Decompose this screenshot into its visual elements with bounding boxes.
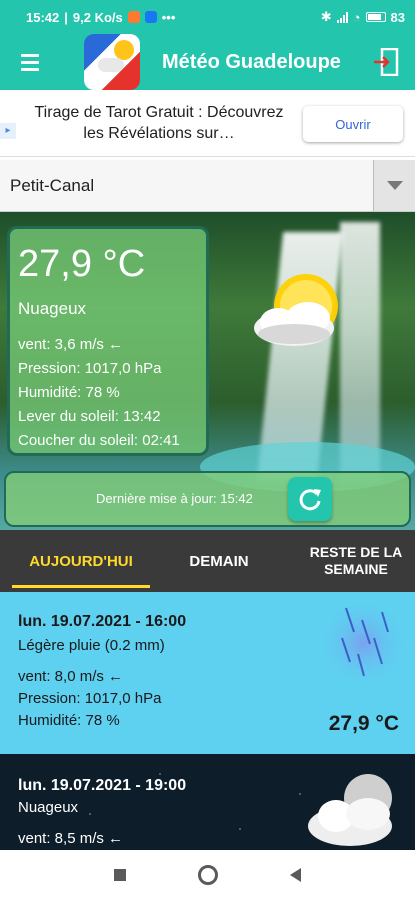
back-icon[interactable] [290, 868, 301, 882]
forecast-wind: vent: 8,0 m/s ← [18, 668, 124, 685]
forecast-condition: Nuageux [18, 799, 79, 816]
location-value: Petit-Canal [10, 176, 95, 195]
forecast-condition: Légère pluie (0.2 mm) [18, 637, 165, 654]
bluetooth-icon: ✱ [320, 9, 332, 24]
ad-banner[interactable]: ▸ Tirage de Tarot Gratuit : Découvrez le… [0, 90, 415, 157]
network-speed: 9,2 Ko/s [72, 9, 123, 25]
tab-today[interactable]: AUJOURD'HUI [12, 530, 150, 592]
battery-level: 83 [390, 9, 405, 25]
forecast-temperature: 27,9 °C [328, 712, 399, 735]
more-notifications-icon: ••• [161, 9, 176, 25]
tab-rest-of-week[interactable]: RESTE DE LA SEMAINE [300, 530, 412, 592]
forecast-pressure: Pression: 1017,0 hPa [18, 690, 162, 707]
refresh-icon [299, 489, 321, 511]
signal-icon [336, 11, 348, 23]
current-wind: vent: 3,6 m/s ← [18, 336, 124, 353]
app-bar: Météo Guadeloupe [0, 34, 415, 90]
home-icon[interactable] [198, 865, 218, 885]
tab-tomorrow[interactable]: DEMAIN [150, 530, 288, 592]
forecast-tabs: AUJOURD'HUI DEMAIN RESTE DE LA SEMAINE [0, 530, 415, 592]
partly-cloudy-icon [254, 274, 338, 346]
rain-icon [319, 599, 407, 687]
ad-info-icon[interactable]: ▸ [0, 123, 16, 139]
current-condition: Nuageux [18, 299, 87, 318]
status-right: ✱ ◔ 83 [321, 9, 405, 25]
status-time: 15:42 [26, 9, 60, 25]
current-humidity: Humidité: 78 % [18, 384, 120, 401]
ad-text: Tirage de Tarot Gratuit : Découvrez les … [34, 104, 284, 142]
forecast-card[interactable]: lun. 19.07.2021 - 19:00 Nuageux vent: 8,… [0, 754, 415, 850]
system-nav-bar [0, 850, 415, 900]
refresh-button[interactable] [288, 477, 332, 521]
facebook-icon [144, 11, 157, 23]
status-bar: 15:42 | 9,2 Ko/s ••• ✱ ◔ 83 [0, 0, 415, 34]
current-sunrise: Lever du soleil: 13:42 [18, 408, 161, 425]
battery-icon [365, 12, 386, 22]
app-title: Météo Guadeloupe [162, 50, 341, 73]
forecast-datetime: lun. 19.07.2021 - 16:00 [18, 613, 187, 630]
current-temperature: 27,9 °C [18, 243, 146, 285]
last-update-text: Dernière mise à jour: 15:42 [96, 491, 253, 506]
status-separator: | [64, 9, 68, 25]
forecast-datetime: lun. 19.07.2021 - 19:00 [18, 777, 187, 794]
recent-apps-icon[interactable] [114, 869, 126, 881]
forecast-wind: vent: 8,5 m/s ← [18, 830, 124, 847]
app-logo [84, 34, 140, 90]
current-sunset: Coucher du soleil: 02:41 [18, 432, 180, 449]
last-update-bar: Dernière mise à jour: 15:42 [4, 471, 411, 527]
current-pressure: Pression: 1017,0 hPa [18, 360, 162, 377]
dropdown-arrow-icon[interactable] [373, 160, 415, 211]
status-left: 15:42 | 9,2 Ko/s ••• [26, 10, 175, 25]
forecast-humidity: Humidité: 78 % [18, 712, 120, 729]
cloudy-night-icon [308, 774, 392, 846]
notification-app-icon [127, 11, 140, 23]
location-select[interactable]: Petit-Canal [0, 160, 415, 212]
wifi-icon: ◔ [352, 9, 361, 25]
active-tab-indicator [12, 585, 150, 588]
ad-open-button[interactable]: Ouvrir [303, 106, 403, 142]
menu-icon[interactable] [0, 34, 60, 90]
forecast-card[interactable]: lun. 19.07.2021 - 16:00 Légère pluie (0.… [0, 592, 415, 754]
current-weather-panel: 27,9 °C Nuageux vent: 3,6 m/s ← Pression… [7, 226, 209, 456]
exit-icon[interactable] [373, 48, 399, 76]
